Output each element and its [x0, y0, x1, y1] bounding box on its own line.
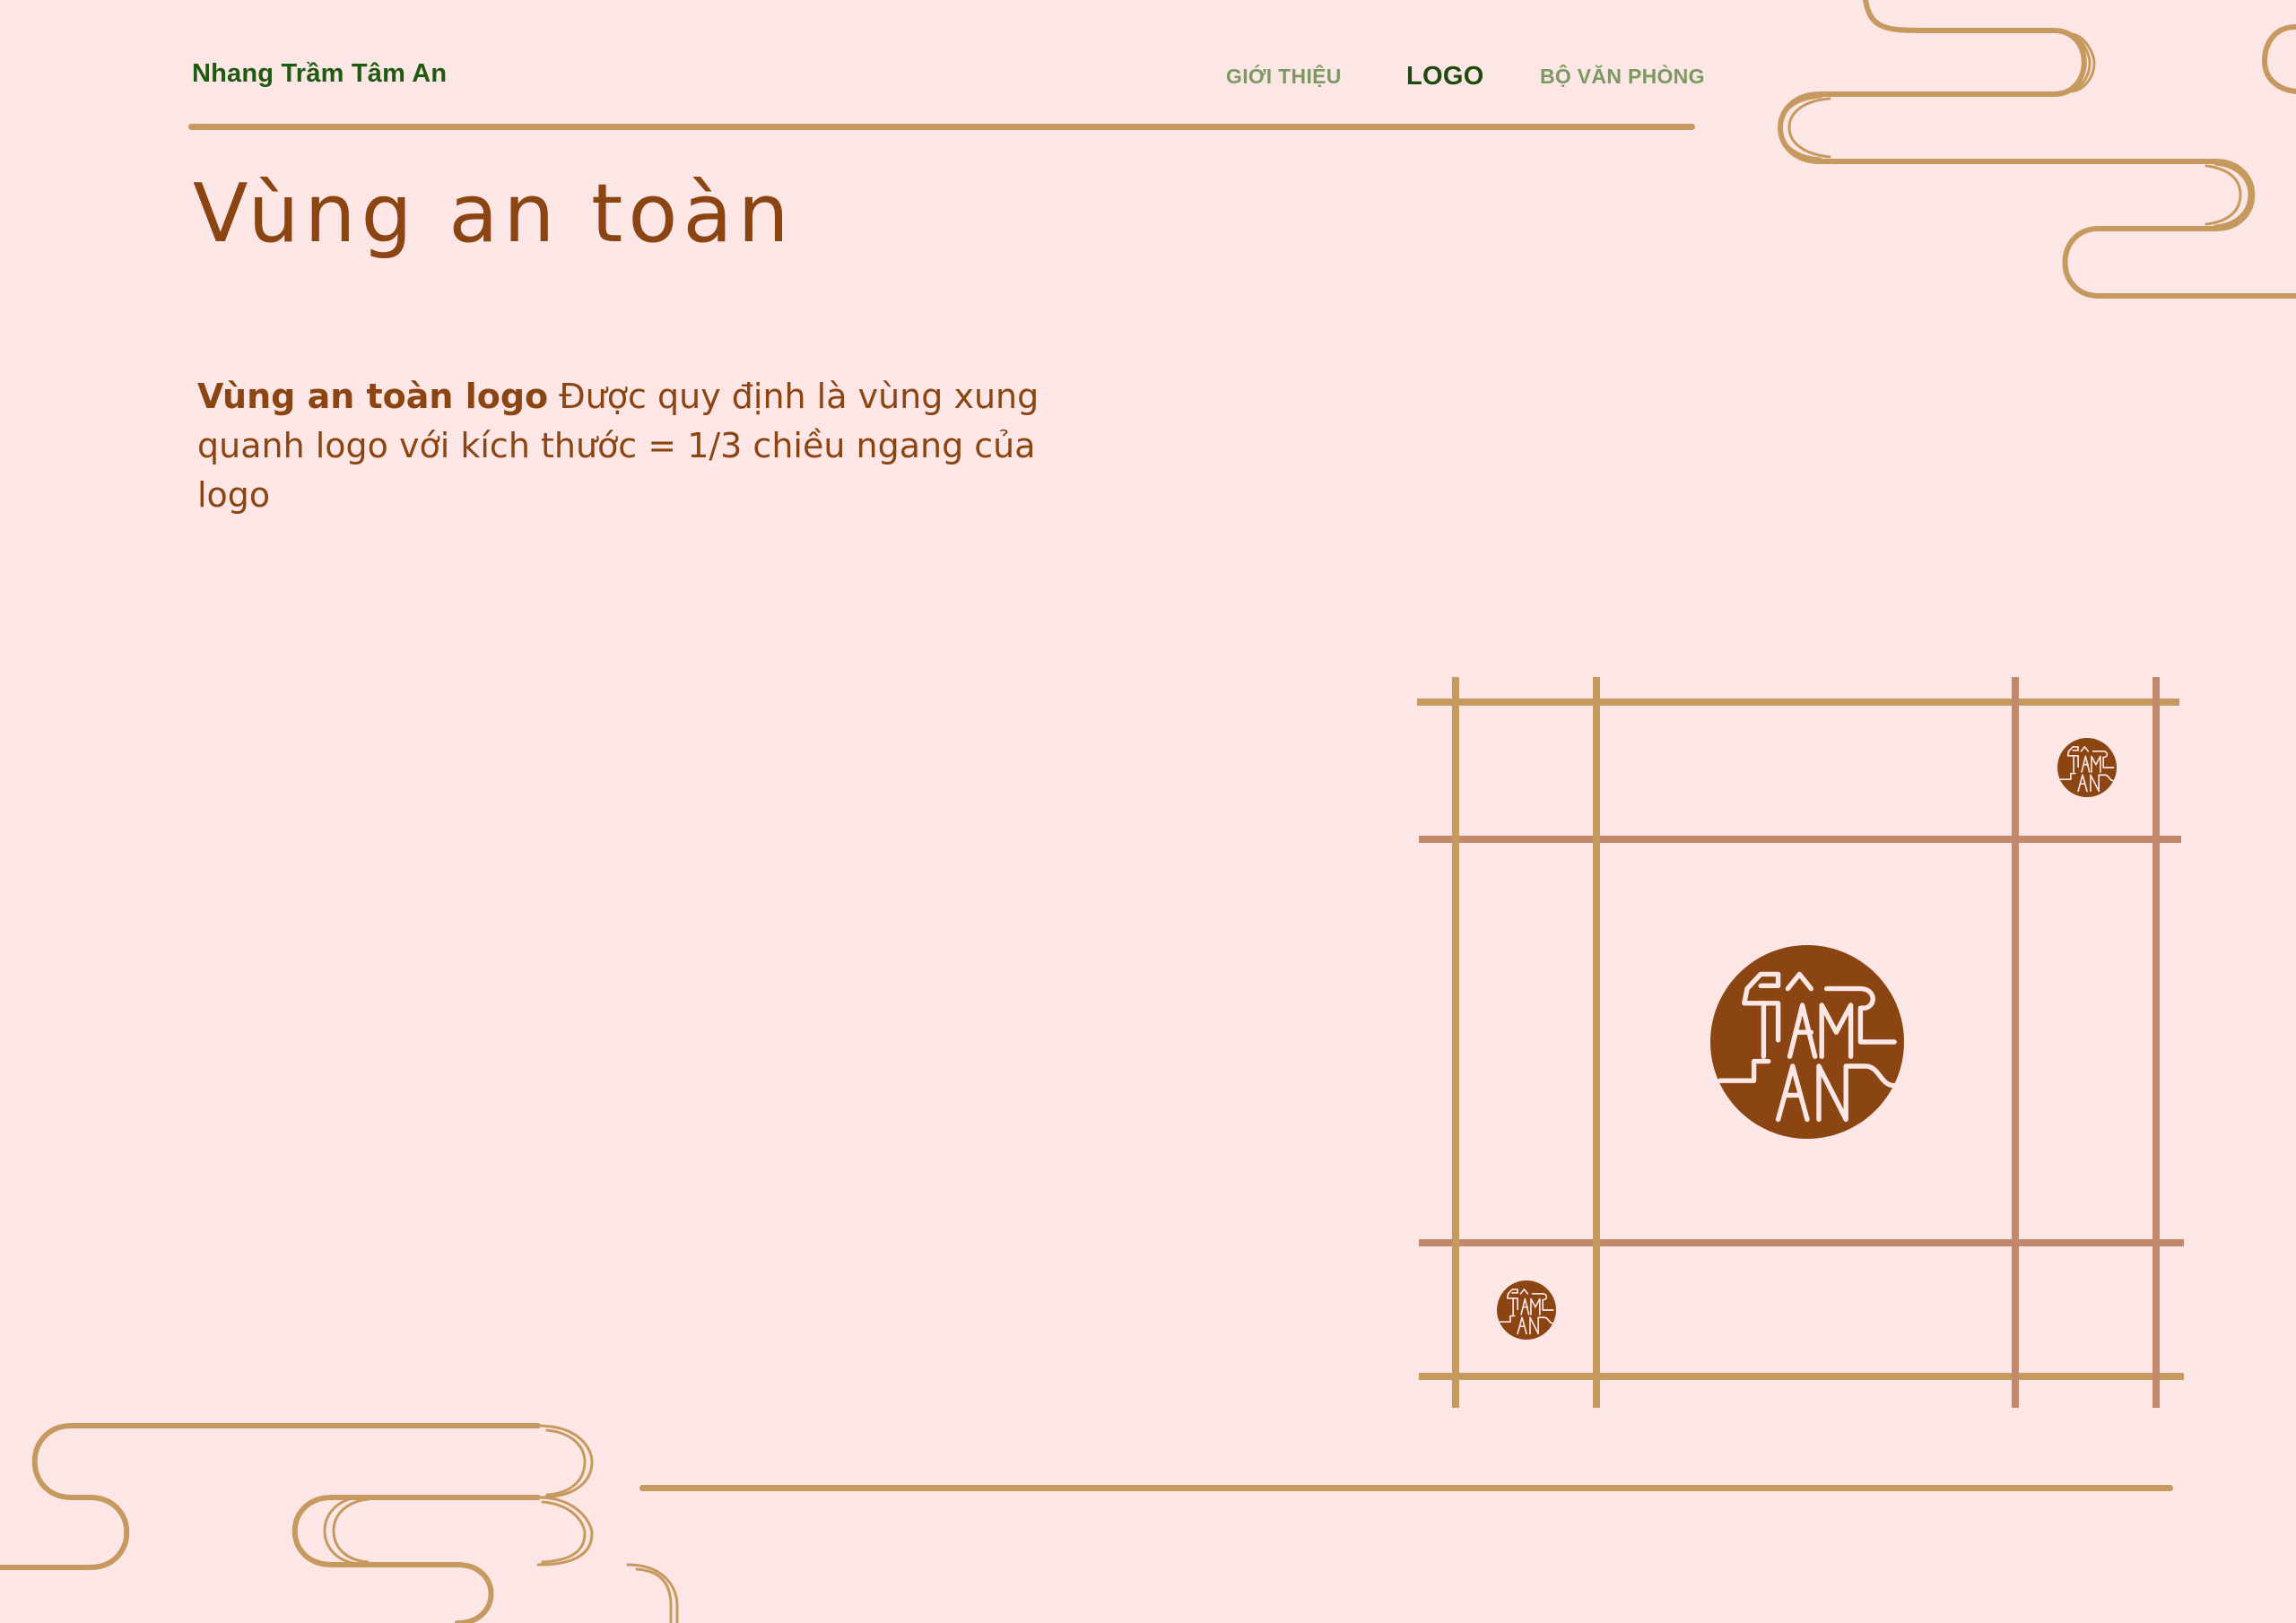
small-logo-bottom-left-icon — [1496, 1280, 1557, 1341]
safe-zone-diagram — [1417, 677, 2184, 1408]
main-logo-icon — [1710, 945, 1904, 1139]
small-logo-top-right-icon — [2057, 737, 2118, 798]
